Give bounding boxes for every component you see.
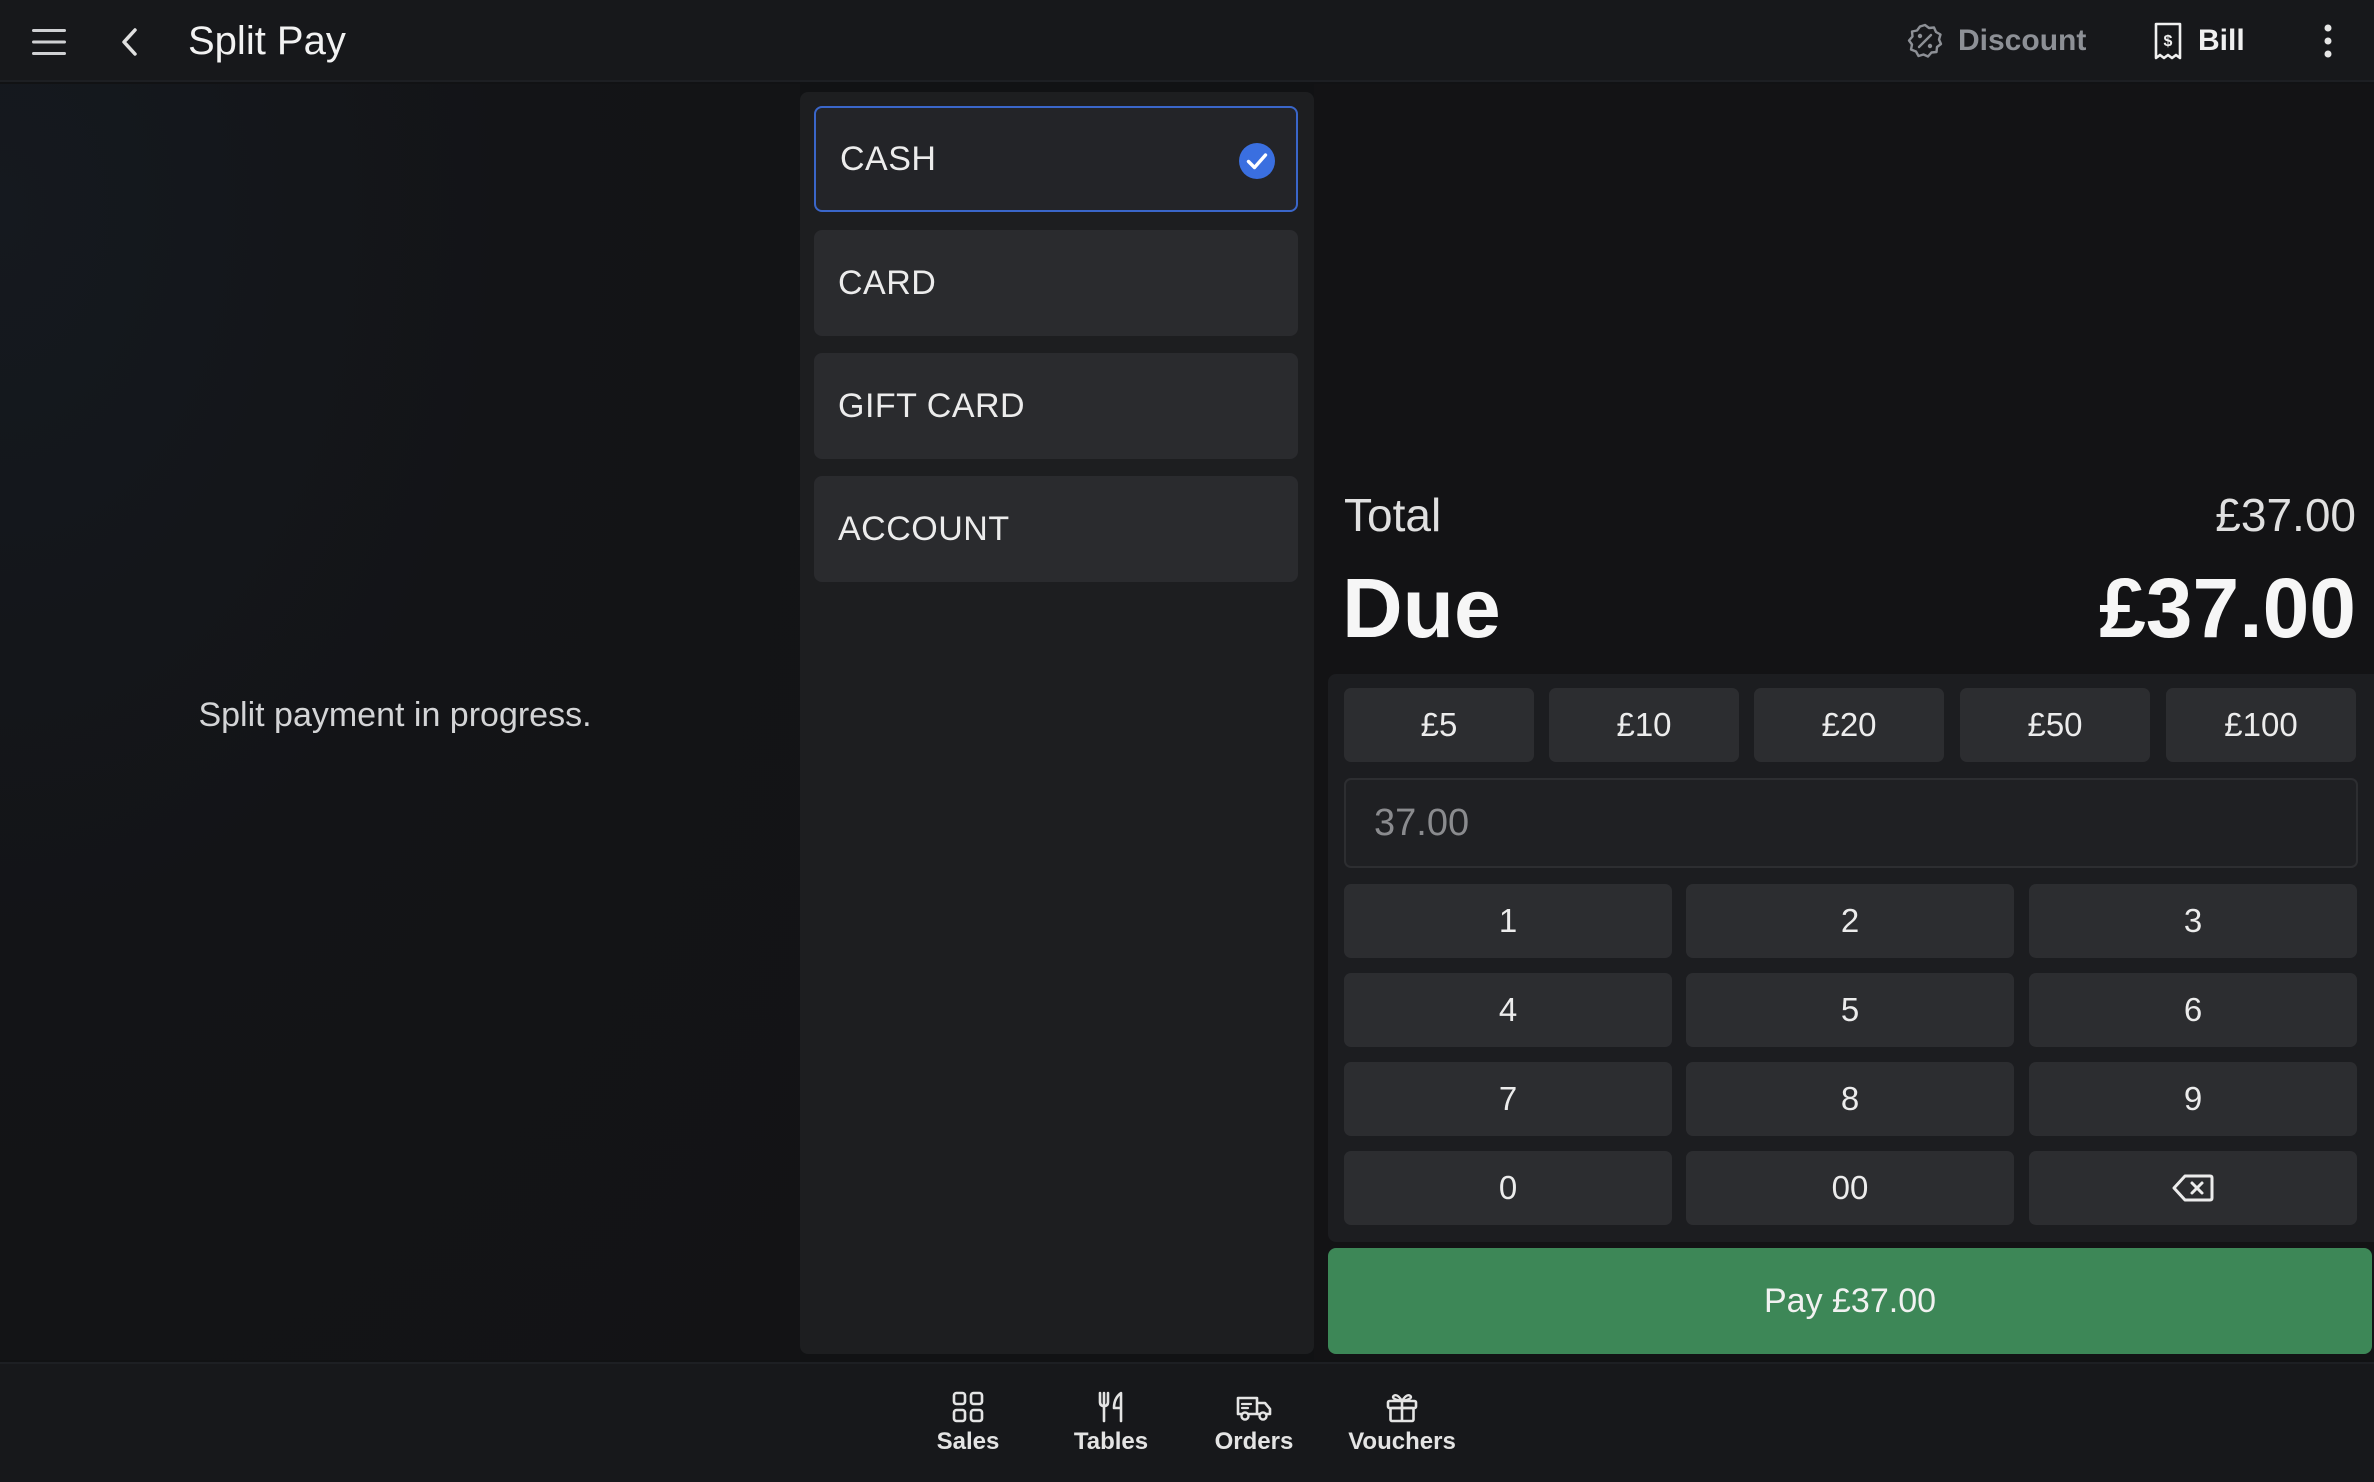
payment-method-card[interactable]: CARD bbox=[814, 230, 1298, 336]
gift-icon bbox=[1386, 1393, 1418, 1423]
keypad-key-0[interactable]: 0 bbox=[1344, 1151, 1672, 1225]
payment-method-label: CASH bbox=[840, 139, 937, 178]
nav-label: Tables bbox=[1073, 1428, 1149, 1455]
payment-method-cash[interactable]: CASH bbox=[814, 106, 1298, 212]
keypad-key-8[interactable]: 8 bbox=[1686, 1062, 2014, 1136]
menu-button[interactable] bbox=[26, 22, 72, 62]
quick-amount-100[interactable]: £100 bbox=[2166, 688, 2356, 762]
back-chevron-icon bbox=[122, 28, 137, 56]
top-bar: Split Pay Discount $ Bill bbox=[0, 0, 2374, 82]
nav-label: Sales bbox=[936, 1428, 1000, 1455]
grid-icon bbox=[952, 1391, 984, 1423]
split-status-message: Split payment in progress. bbox=[198, 696, 592, 734]
discount-label: Discount bbox=[1958, 24, 2087, 57]
keypad-key-00[interactable]: 00 bbox=[1686, 1151, 2014, 1225]
due-value: £37.00 bbox=[2099, 561, 2356, 655]
bill-label: Bill bbox=[2198, 24, 2245, 57]
left-panel: Split payment in progress. bbox=[0, 84, 800, 1360]
keypad-key-9[interactable]: 9 bbox=[2029, 1062, 2357, 1136]
amount-input[interactable] bbox=[1344, 778, 2358, 868]
keypad-panel: £5 £10 £20 £50 £100 1 2 3 4 5 6 7 8 9 0 … bbox=[1328, 674, 2374, 1242]
nav-item-tables[interactable]: Tables bbox=[1046, 1390, 1176, 1466]
menu-icon bbox=[32, 29, 66, 55]
keypad-backspace-button[interactable] bbox=[2029, 1151, 2357, 1225]
check-circle-icon bbox=[1239, 143, 1275, 179]
page-title: Split Pay bbox=[188, 19, 346, 63]
bottom-nav: Sales Tables Orders Vouchers bbox=[0, 1362, 2374, 1482]
payment-method-label: ACCOUNT bbox=[838, 509, 1010, 548]
keypad-key-5[interactable]: 5 bbox=[1686, 973, 2014, 1047]
keypad-key-6[interactable]: 6 bbox=[2029, 973, 2357, 1047]
payment-method-account[interactable]: ACCOUNT bbox=[814, 476, 1298, 582]
keypad-key-4[interactable]: 4 bbox=[1344, 973, 1672, 1047]
utensils-icon bbox=[1098, 1391, 1123, 1423]
keypad-key-3[interactable]: 3 bbox=[2029, 884, 2357, 958]
backspace-icon bbox=[2172, 1174, 2214, 1202]
payment-method-label: CARD bbox=[838, 263, 937, 302]
keypad-key-1[interactable]: 1 bbox=[1344, 884, 1672, 958]
discount-button[interactable]: Discount bbox=[1906, 18, 2086, 64]
keypad-key-2[interactable]: 2 bbox=[1686, 884, 2014, 958]
payment-method-gift-card[interactable]: GIFT CARD bbox=[814, 353, 1298, 459]
payment-method-label: GIFT CARD bbox=[838, 386, 1026, 425]
discount-badge-icon bbox=[1907, 23, 1943, 58]
pay-button[interactable]: Pay £37.00 bbox=[1328, 1248, 2372, 1354]
quick-amount-50[interactable]: £50 bbox=[1960, 688, 2150, 762]
nav-item-sales[interactable]: Sales bbox=[903, 1390, 1033, 1466]
due-label: Due bbox=[1342, 561, 1501, 655]
keypad-key-7[interactable]: 7 bbox=[1344, 1062, 1672, 1136]
quick-amount-5[interactable]: £5 bbox=[1344, 688, 1534, 762]
nav-label: Orders bbox=[1214, 1428, 1294, 1455]
back-button[interactable] bbox=[108, 20, 152, 64]
total-value: £37.00 bbox=[2215, 489, 2356, 541]
nav-label: Vouchers bbox=[1348, 1428, 1456, 1455]
total-label: Total bbox=[1344, 489, 1442, 541]
quick-amount-20[interactable]: £20 bbox=[1754, 688, 1944, 762]
nav-item-orders[interactable]: Orders bbox=[1189, 1390, 1319, 1466]
payment-methods-list: CASH CARD GIFT CARD ACCOUNT bbox=[800, 92, 1314, 1354]
more-options-button[interactable] bbox=[2312, 18, 2344, 64]
svg-text:$: $ bbox=[2164, 33, 2173, 50]
receipt-icon: $ bbox=[2154, 22, 2182, 60]
nav-item-vouchers[interactable]: Vouchers bbox=[1337, 1390, 1467, 1466]
more-vertical-icon bbox=[2324, 24, 2332, 58]
quick-amount-10[interactable]: £10 bbox=[1549, 688, 1739, 762]
delivery-truck-icon bbox=[1236, 1396, 1272, 1421]
bill-button[interactable]: $ Bill bbox=[2152, 18, 2245, 64]
